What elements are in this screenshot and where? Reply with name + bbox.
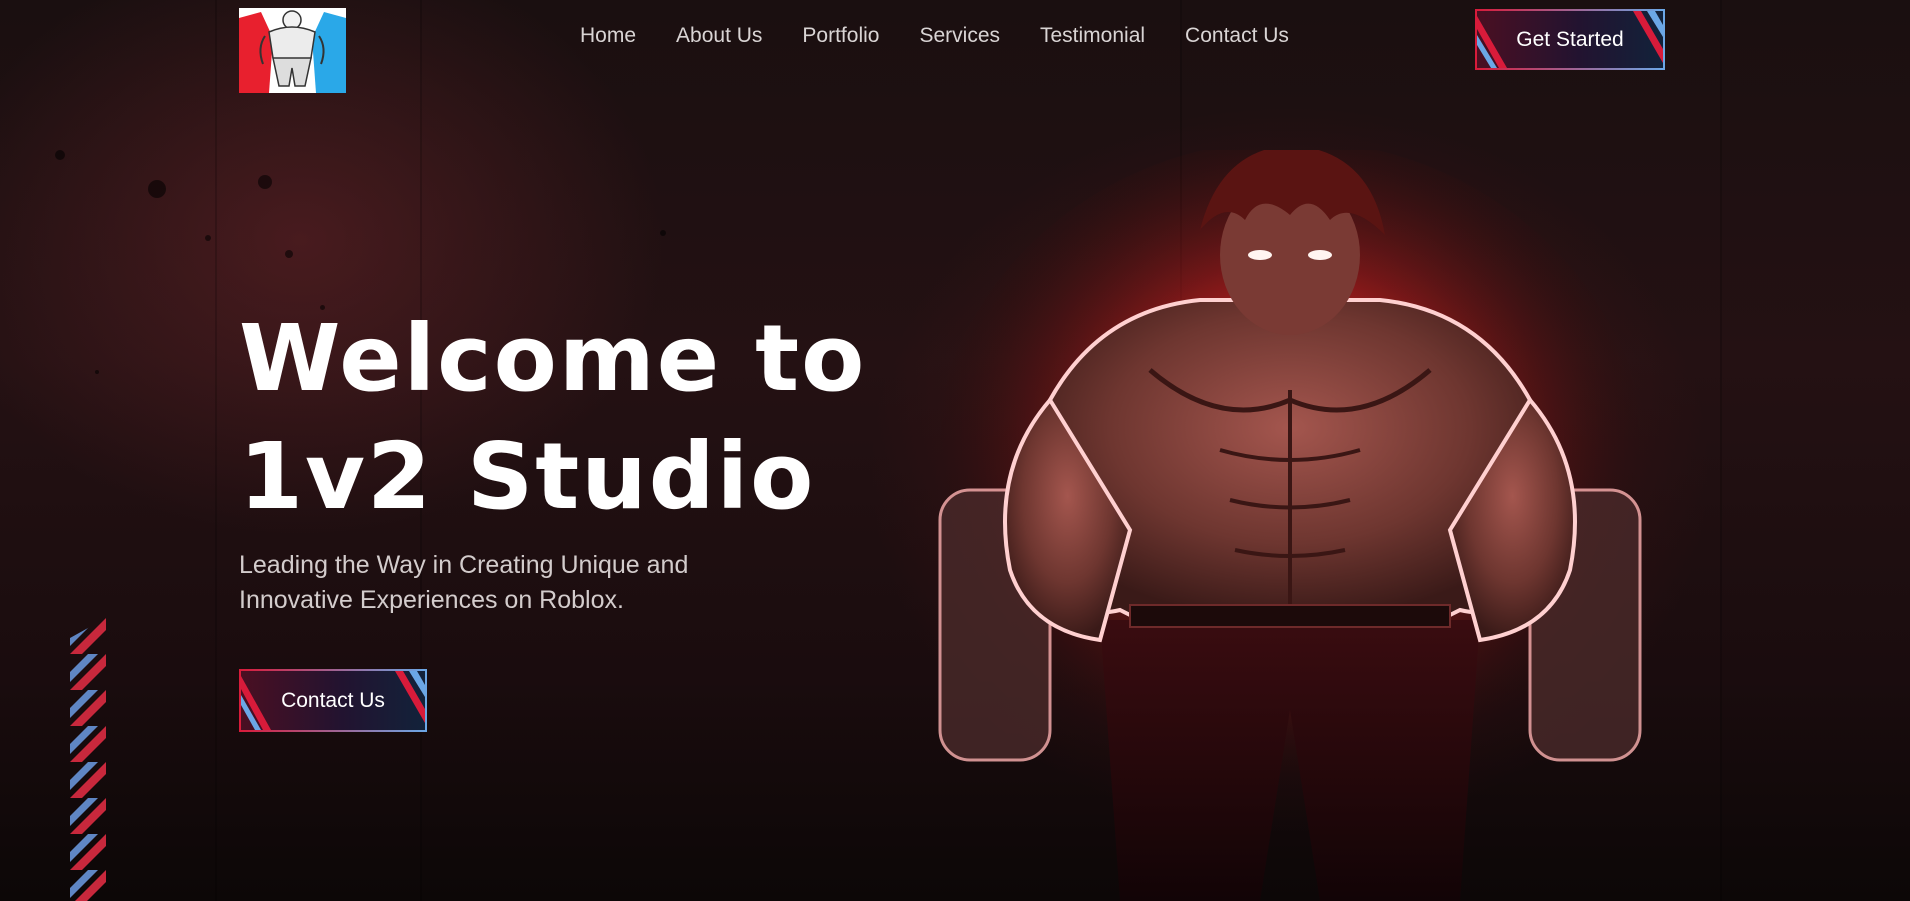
nav-about-us[interactable]: About Us xyxy=(676,24,762,48)
nav-home[interactable]: Home xyxy=(580,24,636,48)
button-stripe-decoration xyxy=(1477,16,1507,68)
hero-title-line1: Welcome to xyxy=(239,305,867,412)
texture-speck xyxy=(55,150,65,160)
texture-speck xyxy=(258,175,272,189)
nav-contact-us[interactable]: Contact Us xyxy=(1185,24,1289,48)
texture-streak xyxy=(215,0,217,901)
texture-speck xyxy=(95,370,99,374)
main-nav: Home About Us Portfolio Services Testimo… xyxy=(580,24,1329,48)
contact-us-button[interactable]: Contact Us xyxy=(239,669,427,732)
hero-title: Welcome to 1v2 Studio xyxy=(239,300,939,536)
hero-title-line2: 1v2 Studio xyxy=(239,423,816,530)
get-started-button[interactable]: Get Started xyxy=(1475,9,1665,70)
side-stripe-decoration xyxy=(70,618,106,901)
get-started-label: Get Started xyxy=(1516,27,1624,51)
nav-portfolio[interactable]: Portfolio xyxy=(802,24,879,48)
hero-subtitle: Leading the Way in Creating Unique and I… xyxy=(239,548,799,618)
nav-services[interactable]: Services xyxy=(919,24,1000,48)
texture-speck xyxy=(148,180,166,198)
texture-speck xyxy=(285,250,293,258)
nav-testimonial[interactable]: Testimonial xyxy=(1040,24,1145,48)
muscle-mascot-logo-icon xyxy=(239,8,346,93)
contact-us-label: Contact Us xyxy=(281,688,385,712)
texture-speck xyxy=(205,235,211,241)
button-stripe-decoration xyxy=(241,676,271,730)
texture-speck xyxy=(660,230,666,236)
hero-subtitle-line2: Innovative Experiences on Roblox. xyxy=(239,586,624,614)
glowing-muscle-fighter-illustration xyxy=(930,150,1650,901)
texture-streak xyxy=(1720,0,1722,901)
logo[interactable] xyxy=(239,8,346,93)
landing-page: Home About Us Portfolio Services Testimo… xyxy=(0,0,1910,901)
button-stripe-decoration xyxy=(395,671,425,723)
hero-subtitle-line1: Leading the Way in Creating Unique and xyxy=(239,551,689,579)
button-stripe-decoration xyxy=(1633,11,1663,63)
